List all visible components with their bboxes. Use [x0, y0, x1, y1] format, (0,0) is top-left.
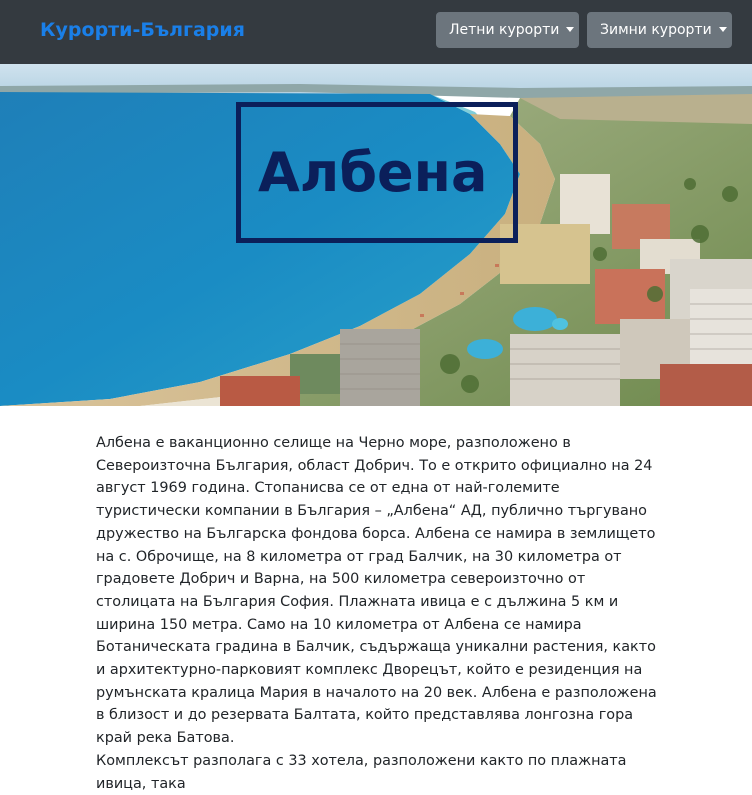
summer-resorts-dropdown[interactable]: Летни курорти — [436, 12, 579, 48]
chevron-down-icon — [566, 27, 575, 32]
hero-title: Албена — [258, 141, 488, 204]
article-paragraph: Комплексът разполага с 33 хотела, разпол… — [96, 752, 627, 792]
chevron-down-icon — [718, 27, 727, 32]
winter-resorts-label: Зимни курорти — [600, 22, 712, 38]
article-content: Албена е ваканционно селище на Черно мор… — [96, 432, 668, 795]
top-navbar: Курорти-България Летни курорти Зимни кур… — [0, 0, 752, 64]
hero-banner: Албена — [0, 64, 752, 406]
winter-resorts-dropdown[interactable]: Зимни курорти — [587, 12, 732, 48]
article-paragraph: Албена е ваканционно селище на Черно мор… — [96, 435, 657, 747]
brand-link[interactable]: Курорти-България — [40, 19, 245, 41]
summer-resorts-label: Летни курорти — [449, 22, 560, 38]
